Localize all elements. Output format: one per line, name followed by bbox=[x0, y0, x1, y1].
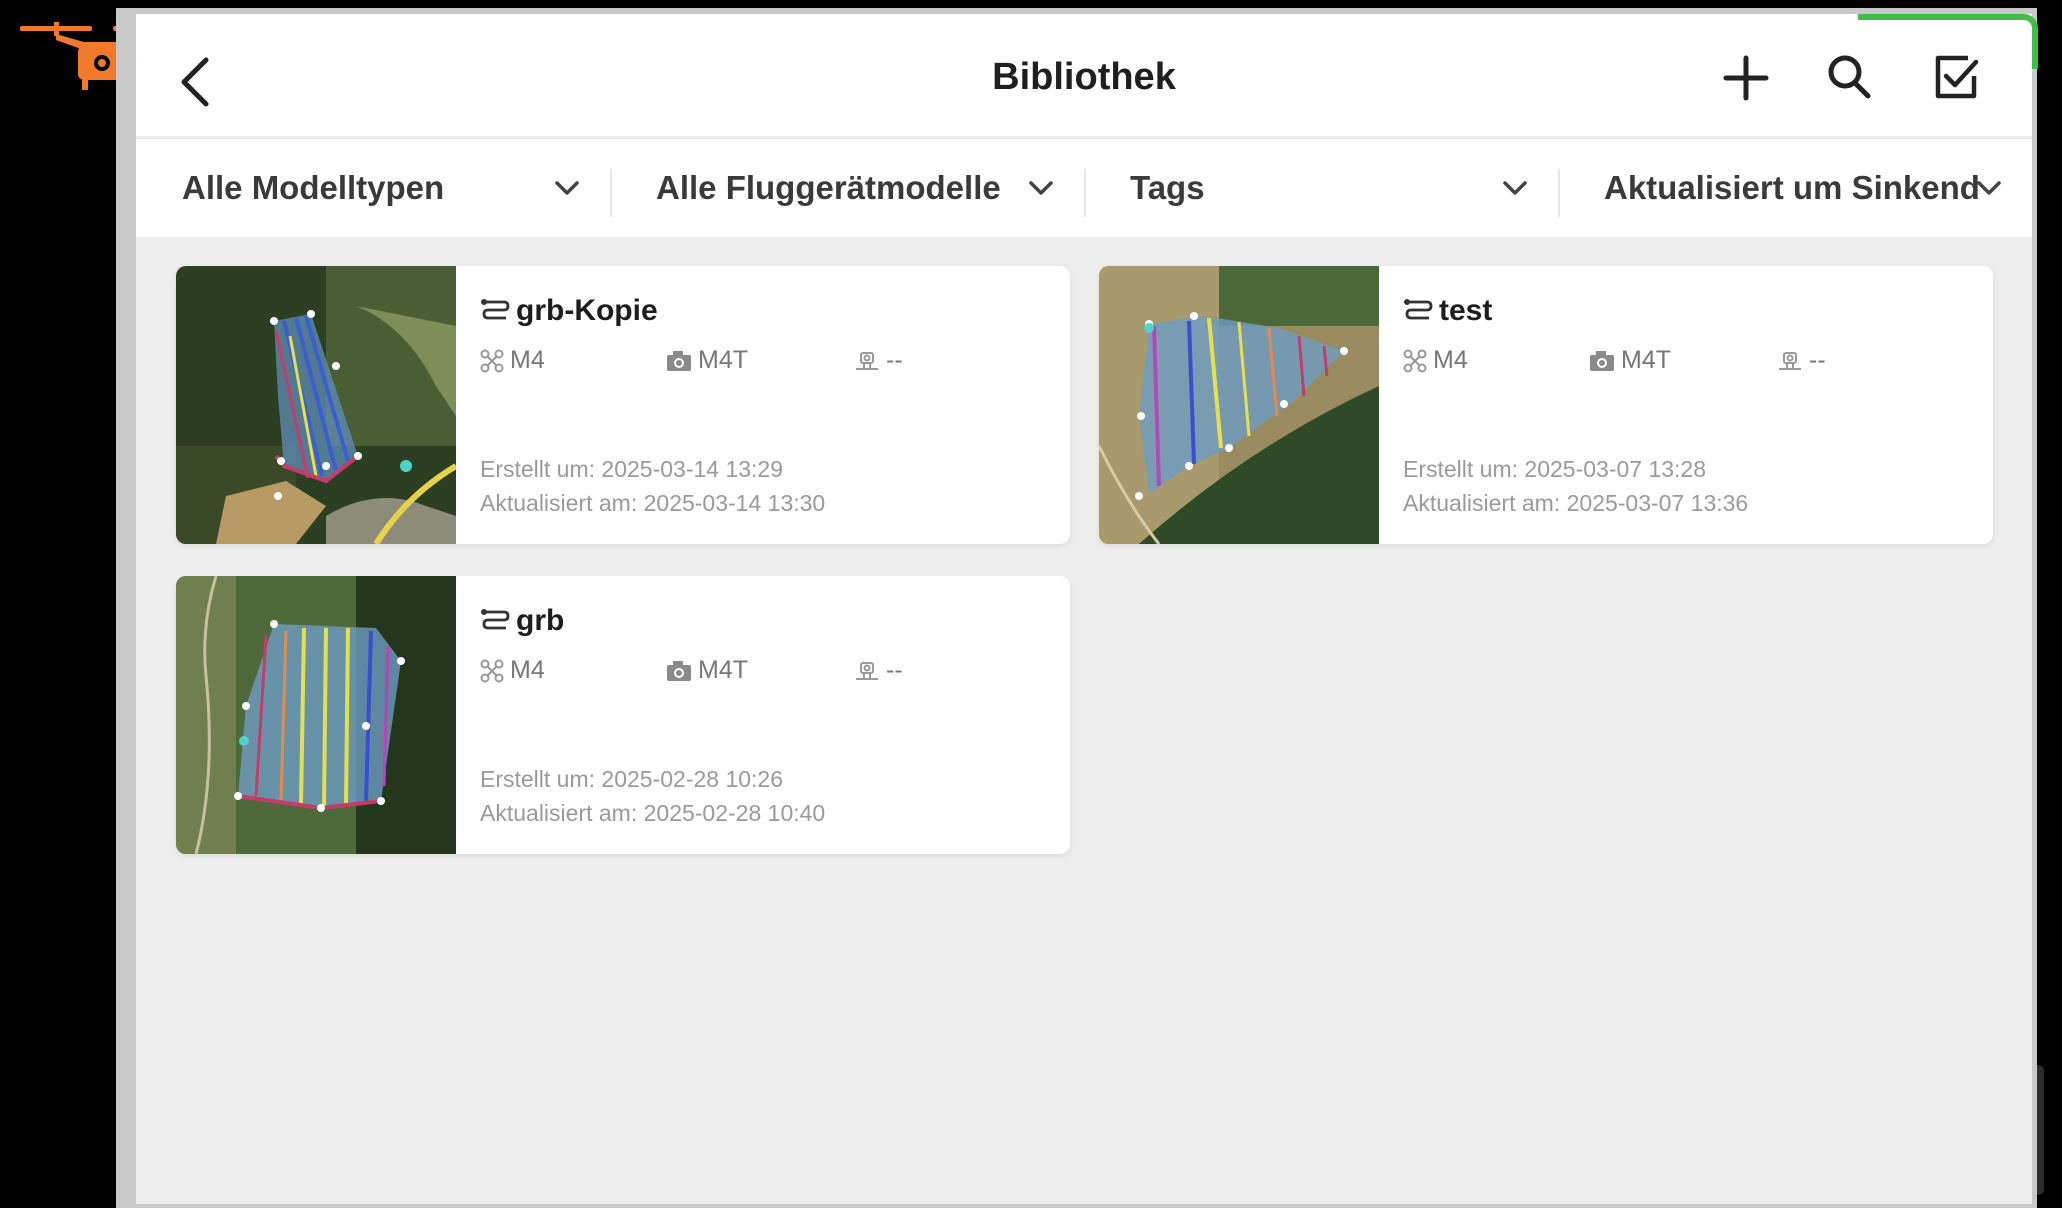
camera-icon bbox=[667, 350, 691, 371]
created-date: Erstellt um: 2025-02-28 10:26 bbox=[480, 766, 784, 792]
mission-name: test bbox=[1439, 294, 1493, 327]
payload-model: -- bbox=[1777, 346, 1826, 375]
waypoint-route-icon bbox=[1404, 299, 1433, 320]
filter-sort[interactable]: Aktualisiert um Sinkend bbox=[1558, 139, 2032, 237]
aircraft-model: M4 bbox=[1403, 346, 1468, 375]
camera-label: M4T bbox=[698, 656, 748, 684]
camera-icon bbox=[1590, 350, 1614, 371]
mission-card[interactable]: grb-Kopie M4 M4T -- Erstellt um: 2025-03… bbox=[176, 266, 1070, 544]
aircraft-model: M4 bbox=[480, 656, 545, 685]
filter-tags[interactable]: Tags bbox=[1084, 139, 1558, 237]
payload-label: -- bbox=[886, 656, 903, 684]
payload-model: -- bbox=[854, 346, 903, 375]
payload-icon bbox=[1779, 351, 1801, 370]
created-date: Erstellt um: 2025-03-07 13:28 bbox=[1403, 456, 1707, 482]
updated-date: Aktualisiert am: 2025-03-14 13:30 bbox=[480, 490, 826, 516]
filter-sort-label: Aktualisiert um Sinkend bbox=[1604, 169, 1980, 206]
mission-card-body: grb-Kopie M4 M4T -- Erstellt um: 2025-03… bbox=[456, 266, 1070, 544]
mission-card[interactable]: test M4 M4T -- Erstellt um: 2025-03-07 1… bbox=[1099, 266, 1993, 544]
updated-date: Aktualisiert am: 2025-02-28 10:40 bbox=[480, 800, 826, 826]
camera-model: M4T bbox=[666, 656, 748, 685]
mission-name: grb bbox=[516, 604, 565, 637]
camera-model: M4T bbox=[666, 346, 748, 375]
camera-model: M4T bbox=[1589, 346, 1671, 375]
aircraft-model: M4 bbox=[480, 346, 545, 375]
camera-label: M4T bbox=[698, 346, 748, 374]
mission-card-body: test M4 M4T -- Erstellt um: 2025-03-07 1… bbox=[1379, 266, 1993, 544]
mission-title: grb bbox=[480, 604, 564, 638]
camera-label: M4T bbox=[1621, 346, 1671, 374]
drone-icon bbox=[480, 349, 504, 372]
chevron-down-icon bbox=[1029, 181, 1053, 195]
map-thumbnail bbox=[176, 266, 456, 544]
aircraft-label: M4 bbox=[1433, 346, 1468, 374]
chevron-down-icon bbox=[1977, 181, 2001, 195]
filter-bar: Alle Modelltypen Alle Fluggerätmodelle T… bbox=[136, 138, 2032, 237]
filter-tags-label: Tags bbox=[1130, 169, 1205, 206]
mission-card[interactable]: grb M4 M4T -- Erstellt um: 2025-02-28 10… bbox=[176, 576, 1070, 854]
mission-title: test bbox=[1403, 294, 1492, 328]
map-thumbnail bbox=[1099, 266, 1379, 544]
payload-icon bbox=[856, 351, 878, 370]
mission-title: grb-Kopie bbox=[480, 294, 658, 328]
created-date: Erstellt um: 2025-03-14 13:29 bbox=[480, 456, 784, 482]
chevron-down-icon bbox=[555, 181, 579, 195]
filter-model-type-label: Alle Modelltypen bbox=[182, 169, 445, 206]
filter-aircraft-model[interactable]: Alle Fluggerätmodelle bbox=[610, 139, 1084, 237]
aircraft-label: M4 bbox=[510, 346, 545, 374]
filter-aircraft-model-label: Alle Fluggerätmodelle bbox=[656, 169, 1001, 206]
app-screen: Bibliothek Alle Modelltypen Alle Flugger… bbox=[136, 14, 2032, 1204]
add-button[interactable] bbox=[1718, 50, 1774, 106]
aircraft-label: M4 bbox=[510, 656, 545, 684]
waypoint-route-icon bbox=[481, 299, 510, 320]
updated-date: Aktualisiert am: 2025-03-07 13:36 bbox=[1403, 490, 1749, 516]
filter-model-type[interactable]: Alle Modelltypen bbox=[136, 139, 610, 237]
waypoint-route-icon bbox=[481, 609, 510, 630]
drone-icon bbox=[480, 659, 504, 682]
payload-label: -- bbox=[886, 346, 903, 374]
map-thumbnail bbox=[176, 576, 456, 854]
mission-card-body: grb M4 M4T -- Erstellt um: 2025-02-28 10… bbox=[456, 576, 1070, 854]
drone-icon bbox=[1403, 349, 1427, 372]
mission-name: grb-Kopie bbox=[516, 294, 658, 327]
camera-icon bbox=[667, 660, 691, 681]
status-tab bbox=[1858, 14, 2038, 69]
plus-icon bbox=[1723, 55, 1769, 101]
chevron-down-icon bbox=[1503, 181, 1527, 195]
payload-label: -- bbox=[1809, 346, 1826, 374]
payload-icon bbox=[856, 661, 878, 680]
payload-model: -- bbox=[854, 656, 903, 685]
header-bar: Bibliothek bbox=[136, 14, 2032, 136]
